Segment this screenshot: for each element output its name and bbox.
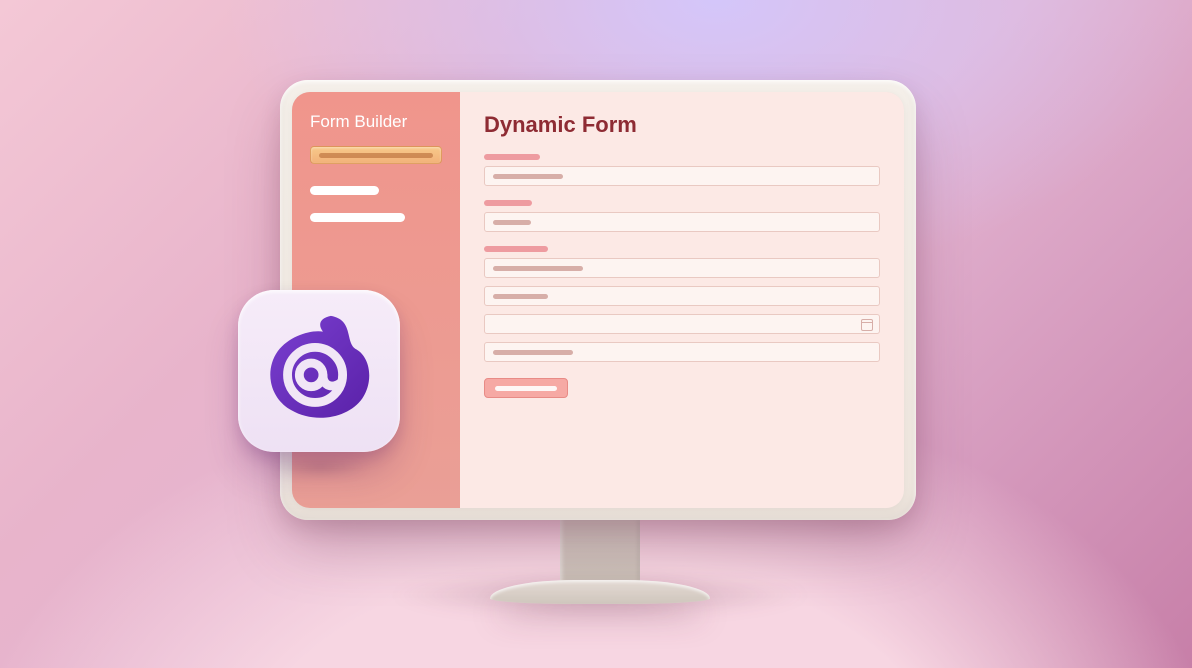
text-input[interactable] xyxy=(484,286,880,306)
text-input[interactable] xyxy=(484,342,880,362)
field-group-3 xyxy=(484,246,880,362)
sidebar-item-2[interactable] xyxy=(310,213,405,222)
text-input[interactable] xyxy=(484,258,880,278)
field-label xyxy=(484,154,540,160)
monitor-stand-base xyxy=(490,580,710,604)
monitor-stand-neck xyxy=(560,518,640,588)
blazor-icon xyxy=(260,310,378,433)
field-label xyxy=(484,246,548,252)
form-title: Dynamic Form xyxy=(484,112,880,138)
date-input[interactable] xyxy=(484,314,880,334)
sidebar-title: Form Builder xyxy=(310,112,442,132)
sidebar-item-1[interactable] xyxy=(310,186,379,195)
field-group-1 xyxy=(484,154,880,186)
logo-card xyxy=(238,290,400,452)
text-input[interactable] xyxy=(484,212,880,232)
submit-button[interactable] xyxy=(484,378,568,398)
logo-card-shadow xyxy=(250,452,390,482)
text-input[interactable] xyxy=(484,166,880,186)
sidebar-item-active[interactable] xyxy=(310,146,442,164)
field-label xyxy=(484,200,532,206)
field-group-2 xyxy=(484,200,880,232)
form-panel: Dynamic Form xyxy=(460,92,904,508)
